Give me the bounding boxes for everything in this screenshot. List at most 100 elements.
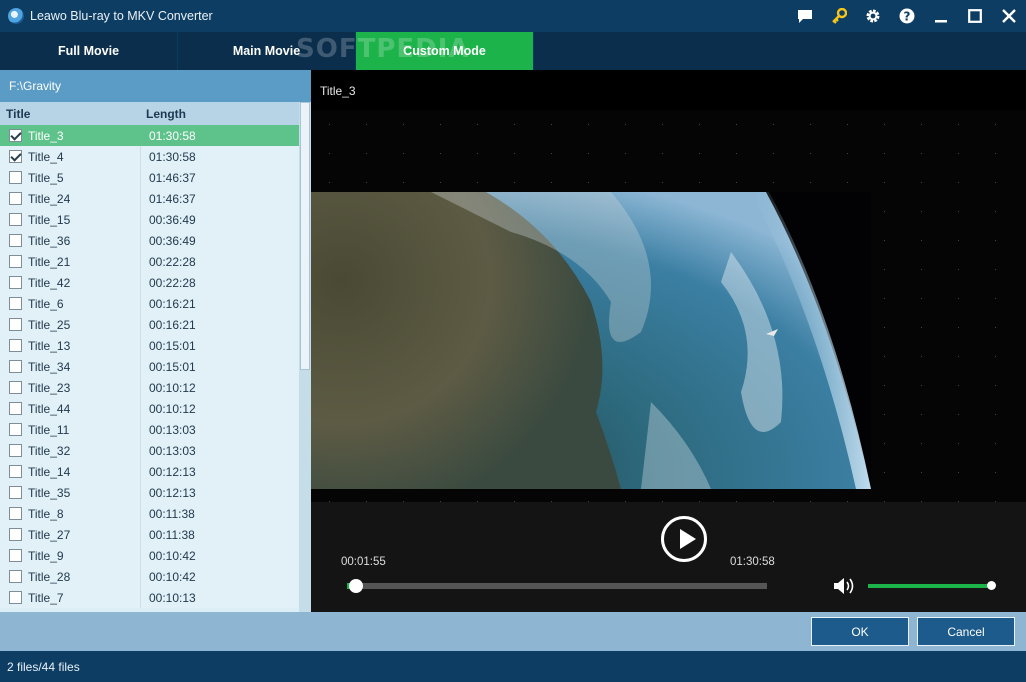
cancel-button[interactable]: Cancel (917, 617, 1015, 646)
row-checkbox[interactable] (9, 402, 22, 415)
row-checkbox[interactable] (9, 570, 22, 583)
table-row[interactable]: Title_11 00:13:03 (0, 419, 299, 440)
table-row[interactable]: Title_5 01:46:37 (0, 167, 299, 188)
table-row[interactable]: Title_9 00:10:42 (0, 545, 299, 566)
video-frame-image (311, 192, 871, 489)
close-icon[interactable] (992, 0, 1026, 32)
seek-bar-thumb[interactable] (348, 579, 363, 593)
volume-thumb[interactable] (987, 581, 996, 590)
row-title: Title_25 (28, 317, 71, 332)
title-cell: Title_42 (0, 272, 141, 293)
row-checkbox[interactable] (9, 297, 22, 310)
table-row[interactable]: Title_15 00:36:49 (0, 209, 299, 230)
title-cell: Title_36 (0, 230, 141, 251)
tab-custom-mode[interactable]: Custom Mode (356, 32, 534, 70)
table-row[interactable]: Title_27 00:11:38 (0, 524, 299, 545)
row-checkbox[interactable] (9, 318, 22, 331)
table-row[interactable]: Title_21 00:22:28 (0, 251, 299, 272)
row-title: Title_11 (28, 422, 70, 437)
key-icon[interactable] (822, 0, 856, 32)
row-length: 00:10:42 (141, 545, 299, 566)
row-length: 00:10:42 (141, 566, 299, 587)
table-row[interactable]: Title_13 00:15:01 (0, 335, 299, 356)
row-title: Title_3 (28, 128, 64, 143)
volume-slider[interactable] (868, 581, 996, 590)
table-row[interactable]: Title_3 01:30:58 (0, 125, 299, 146)
table-row[interactable]: Title_28 00:10:42 (0, 566, 299, 587)
tab-full-movie[interactable]: Full Movie (0, 32, 178, 70)
table-row[interactable]: Title_44 00:10:12 (0, 398, 299, 419)
row-title: Title_13 (28, 338, 71, 353)
row-title: Title_34 (28, 359, 71, 374)
row-title: Title_21 (28, 254, 71, 269)
seek-bar[interactable] (347, 579, 767, 593)
row-checkbox[interactable] (9, 591, 22, 604)
row-title: Title_42 (28, 275, 71, 290)
row-checkbox[interactable] (9, 486, 22, 499)
title-list: Title_3 01:30:58 Title_4 01:30:58 Title_5 01:… (0, 125, 299, 612)
title-cell: Title_6 (0, 293, 141, 314)
table-row[interactable]: Title_24 01:46:37 (0, 188, 299, 209)
row-checkbox[interactable] (9, 255, 22, 268)
tab-main-movie[interactable]: Main Movie (178, 32, 356, 70)
row-title: Title_28 (28, 569, 71, 584)
row-checkbox[interactable] (9, 171, 22, 184)
row-checkbox[interactable] (9, 129, 22, 142)
row-checkbox[interactable] (9, 234, 22, 247)
row-checkbox[interactable] (9, 381, 22, 394)
volume-fill (868, 584, 992, 588)
title-cell: Title_32 (0, 440, 141, 461)
row-checkbox[interactable] (9, 339, 22, 352)
volume-icon[interactable] (833, 577, 857, 598)
row-checkbox[interactable] (9, 444, 22, 457)
gear-icon[interactable] (856, 0, 890, 32)
help-icon[interactable]: ? (890, 0, 924, 32)
row-checkbox[interactable] (9, 360, 22, 373)
list-scrollbar[interactable] (299, 102, 311, 612)
table-row[interactable]: Title_42 00:22:28 (0, 272, 299, 293)
row-checkbox[interactable] (9, 423, 22, 436)
table-row[interactable]: Title_8 00:11:38 (0, 503, 299, 524)
table-row[interactable]: Title_6 00:16:21 (0, 293, 299, 314)
scrollbar-thumb[interactable] (300, 102, 310, 370)
table-row[interactable]: Title_25 00:16:21 (0, 314, 299, 335)
play-button[interactable] (661, 516, 707, 562)
row-checkbox[interactable] (9, 507, 22, 520)
row-length: 00:15:01 (141, 335, 299, 356)
row-title: Title_32 (28, 443, 71, 458)
ok-button[interactable]: OK (811, 617, 909, 646)
row-checkbox[interactable] (9, 528, 22, 541)
row-length: 00:12:13 (141, 461, 299, 482)
row-checkbox[interactable] (9, 213, 22, 226)
minimize-icon[interactable] (924, 0, 958, 32)
row-checkbox[interactable] (9, 150, 22, 163)
title-cell: Title_7 (0, 587, 141, 608)
column-header-title[interactable]: Title (0, 107, 140, 121)
table-row[interactable]: Title_14 00:12:13 (0, 461, 299, 482)
table-row[interactable]: Title_34 00:15:01 (0, 356, 299, 377)
chat-icon[interactable] (788, 0, 822, 32)
row-length: 00:13:03 (141, 440, 299, 461)
row-checkbox[interactable] (9, 465, 22, 478)
table-row[interactable]: Title_36 00:36:49 (0, 230, 299, 251)
row-length: 00:10:12 (141, 398, 299, 419)
table-row[interactable]: Title_7 00:10:13 (0, 587, 299, 608)
row-length: 00:10:12 (141, 377, 299, 398)
title-cell: Title_14 (0, 461, 141, 482)
table-row[interactable]: Title_32 00:13:03 (0, 440, 299, 461)
window-controls: ? (788, 0, 1026, 32)
maximize-icon[interactable] (958, 0, 992, 32)
title-cell: Title_35 (0, 482, 141, 503)
table-row[interactable]: Title_35 00:12:13 (0, 482, 299, 503)
preview-title: Title_3 (320, 84, 356, 98)
table-row[interactable]: Title_4 01:30:58 (0, 146, 299, 167)
row-length: 00:10:13 (141, 587, 299, 608)
player-controls: 00:01:55 01:30:58 (311, 502, 1026, 612)
title-cell: Title_13 (0, 335, 141, 356)
row-checkbox[interactable] (9, 192, 22, 205)
table-row[interactable]: Title_23 00:10:12 (0, 377, 299, 398)
column-header-length[interactable]: Length (140, 107, 186, 121)
row-checkbox[interactable] (9, 276, 22, 289)
dialog-button-bar: OK Cancel (0, 612, 1026, 651)
row-checkbox[interactable] (9, 549, 22, 562)
